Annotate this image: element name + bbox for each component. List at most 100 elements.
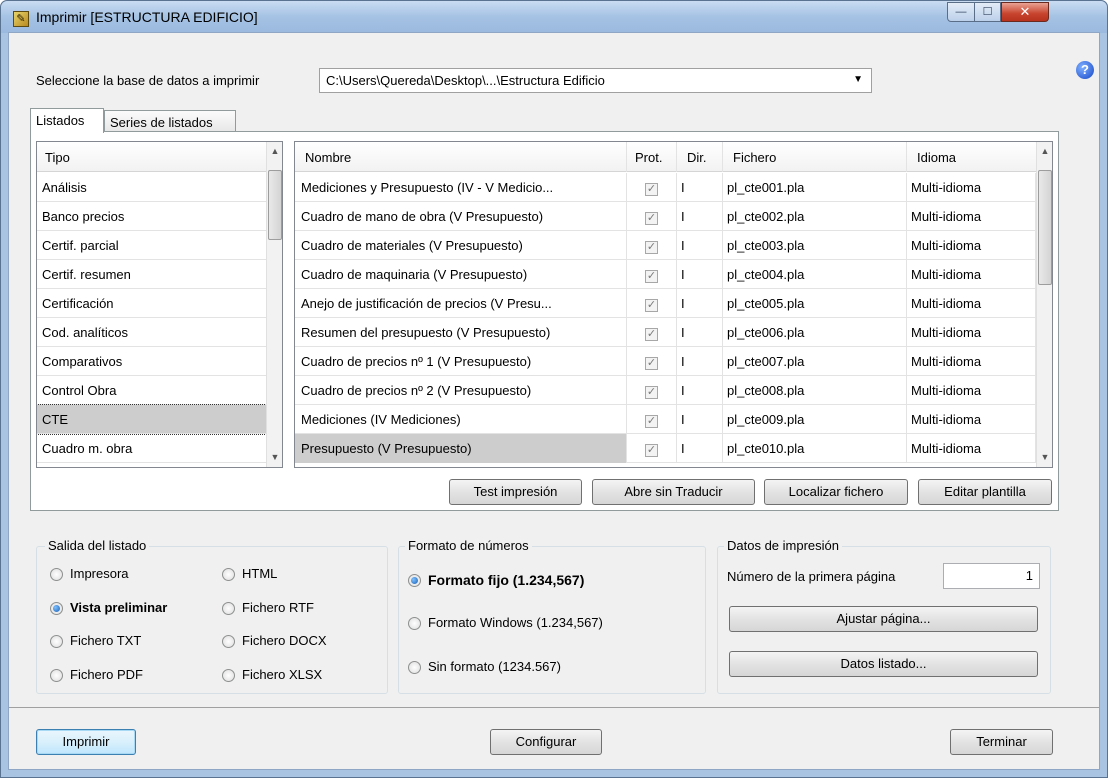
editar-plantilla-button[interactable]: Editar plantilla	[918, 479, 1052, 505]
imprimir-button[interactable]: Imprimir	[36, 729, 136, 755]
checkbox-checked-icon[interactable]: ✓	[645, 270, 658, 283]
prot-checkbox-cell[interactable]: ✓	[627, 405, 677, 434]
prot-checkbox-cell[interactable]: ✓	[627, 376, 677, 405]
tipo-list-item[interactable]: Cod. analíticos	[37, 318, 266, 347]
close-button[interactable]: ✕	[1001, 2, 1049, 22]
salida-radio-0[interactable]	[50, 568, 63, 581]
scroll-down-icon[interactable]: ▼	[1037, 452, 1052, 462]
first-page-input[interactable]: 1	[943, 563, 1040, 589]
listados-table[interactable]: Nombre Prot. Dir. Fichero Idioma Medicio…	[294, 141, 1053, 468]
help-icon[interactable]: ?	[1076, 61, 1094, 79]
tipo-list-item[interactable]: Banco precios	[37, 202, 266, 231]
table-row[interactable]: Cuadro de precios nº 2 (V Presupuesto) ✓ I…	[295, 376, 1036, 405]
scroll-thumb[interactable]	[1038, 170, 1052, 285]
formato-option-label[interactable]: Formato Windows (1.234,567)	[428, 615, 603, 630]
salida-radio-2[interactable]	[50, 635, 63, 648]
table-row[interactable]: Mediciones y Presupuesto (IV - V Medicio…	[295, 173, 1036, 202]
table-row[interactable]: Resumen del presupuesto (V Presupuesto) ✓…	[295, 318, 1036, 347]
tipo-list[interactable]: Tipo Análisis Banco precios Certif. parcia…	[36, 141, 283, 468]
table-row[interactable]: Mediciones (IV Mediciones) ✓ Ipl_cte009.pl…	[295, 405, 1036, 434]
salida-radio-1[interactable]	[50, 602, 63, 615]
tipo-list-item-label: Comparativos	[42, 354, 123, 369]
scroll-down-icon[interactable]: ▼	[267, 452, 282, 462]
test-impresion-button[interactable]: Test impresión	[449, 479, 582, 505]
cell-fichero: pl_cte006.pla	[723, 318, 907, 347]
listados-scrollbar[interactable]: ▲ ▼	[1036, 142, 1052, 467]
prot-checkbox-cell[interactable]: ✓	[627, 260, 677, 289]
ajustar-pagina-button[interactable]: Ajustar página...	[729, 606, 1038, 632]
prot-checkbox-cell[interactable]: ✓	[627, 347, 677, 376]
tab-series-de-listados[interactable]: Series de listados	[104, 110, 236, 133]
scroll-up-icon[interactable]: ▲	[267, 146, 282, 156]
table-row[interactable]: Cuadro de precios nº 1 (V Presupuesto) ✓ I…	[295, 347, 1036, 376]
salida-option-label[interactable]: Fichero PDF	[70, 667, 143, 682]
tipo-list-item[interactable]: Certif. resumen	[37, 260, 266, 289]
tipo-column-header[interactable]: Tipo	[37, 142, 266, 172]
maximize-button[interactable]: ☐	[974, 2, 1001, 22]
tipo-list-item[interactable]: Certif. parcial	[37, 231, 266, 260]
salida-option-label[interactable]: Fichero TXT	[70, 633, 141, 648]
tab-listados[interactable]: Listados	[30, 108, 104, 133]
prot-checkbox-cell[interactable]: ✓	[627, 202, 677, 231]
checkbox-checked-icon[interactable]: ✓	[645, 444, 658, 457]
scroll-thumb[interactable]	[268, 170, 282, 240]
salida-radio-7[interactable]	[222, 669, 235, 682]
prot-checkbox-cell[interactable]: ✓	[627, 173, 677, 202]
table-row[interactable]: Presupuesto (V Presupuesto) ✓ Ipl_cte010.p…	[295, 434, 1036, 463]
checkbox-checked-icon[interactable]: ✓	[645, 415, 658, 428]
formato-radio-1[interactable]	[408, 617, 421, 630]
scroll-up-icon[interactable]: ▲	[1037, 146, 1052, 156]
prot-checkbox-cell[interactable]: ✓	[627, 289, 677, 318]
tipo-scrollbar[interactable]: ▲ ▼	[266, 142, 282, 467]
checkbox-checked-icon[interactable]: ✓	[645, 386, 658, 399]
formato-option-label[interactable]: Sin formato (1234.567)	[428, 659, 561, 674]
salida-option-label[interactable]: Fichero RTF	[242, 600, 314, 615]
datos-listado-button[interactable]: Datos listado...	[729, 651, 1038, 677]
tipo-list-item[interactable]: CTE	[37, 404, 267, 435]
column-header-dir[interactable]: Dir.	[677, 142, 723, 172]
tipo-list-item[interactable]: Control Obra	[37, 376, 266, 405]
checkbox-checked-icon[interactable]: ✓	[645, 357, 658, 370]
prot-checkbox-cell[interactable]: ✓	[627, 318, 677, 347]
checkbox-checked-icon[interactable]: ✓	[645, 328, 658, 341]
prot-checkbox-cell[interactable]: ✓	[627, 231, 677, 260]
salida-option-label[interactable]: Impresora	[70, 566, 129, 581]
table-row[interactable]: Cuadro de maquinaria (V Presupuesto) ✓ Ipl…	[295, 260, 1036, 289]
salida-option-label[interactable]: HTML	[242, 566, 277, 581]
salida-radio-3[interactable]	[50, 669, 63, 682]
checkbox-checked-icon[interactable]: ✓	[645, 241, 658, 254]
configurar-button[interactable]: Configurar	[490, 729, 602, 755]
salida-option-label[interactable]: Vista preliminar	[70, 600, 167, 615]
formato-option-label[interactable]: Formato fijo (1.234,567)	[428, 572, 584, 588]
localizar-fichero-button[interactable]: Localizar fichero	[764, 479, 908, 505]
column-header-idioma[interactable]: Idioma	[907, 142, 1036, 172]
tipo-list-item[interactable]: Certificación	[37, 289, 266, 318]
abre-sin-traducir-button[interactable]: Abre sin Traducir	[592, 479, 755, 505]
cell-idioma: Multi-idioma	[907, 173, 1036, 202]
column-header-fichero[interactable]: Fichero	[723, 142, 907, 172]
terminar-button[interactable]: Terminar	[950, 729, 1053, 755]
tipo-list-item[interactable]: Cuadro m. obra	[37, 434, 266, 463]
salida-radio-6[interactable]	[222, 635, 235, 648]
tipo-list-item[interactable]: Análisis	[37, 173, 266, 202]
table-row[interactable]: Cuadro de materiales (V Presupuesto) ✓ Ipl…	[295, 231, 1036, 260]
salida-radio-4[interactable]	[222, 568, 235, 581]
checkbox-checked-icon[interactable]: ✓	[645, 183, 658, 196]
salida-radio-5[interactable]	[222, 602, 235, 615]
formato-radio-2[interactable]	[408, 661, 421, 674]
cell-idioma: Multi-idioma	[907, 289, 1036, 318]
salida-option-label[interactable]: Fichero XLSX	[242, 667, 322, 682]
title-bar[interactable]: ✎ Imprimir [ESTRUCTURA EDIFICIO] — ☐ ✕	[1, 1, 1107, 33]
checkbox-checked-icon[interactable]: ✓	[645, 299, 658, 312]
salida-option-label[interactable]: Fichero DOCX	[242, 633, 327, 648]
column-header-nombre[interactable]: Nombre	[295, 142, 627, 172]
prot-checkbox-cell[interactable]: ✓	[627, 434, 677, 463]
tipo-list-item[interactable]: Comparativos	[37, 347, 266, 376]
database-combo[interactable]: C:\Users\Quereda\Desktop\...\Estructura …	[319, 68, 872, 93]
formato-radio-0[interactable]	[408, 574, 421, 587]
minimize-button[interactable]: —	[947, 2, 975, 22]
table-row[interactable]: Anejo de justificación de precios (V Pre…	[295, 289, 1036, 318]
column-header-prot[interactable]: Prot.	[627, 142, 677, 172]
table-row[interactable]: Cuadro de mano de obra (V Presupuesto) ✓ I…	[295, 202, 1036, 231]
checkbox-checked-icon[interactable]: ✓	[645, 212, 658, 225]
